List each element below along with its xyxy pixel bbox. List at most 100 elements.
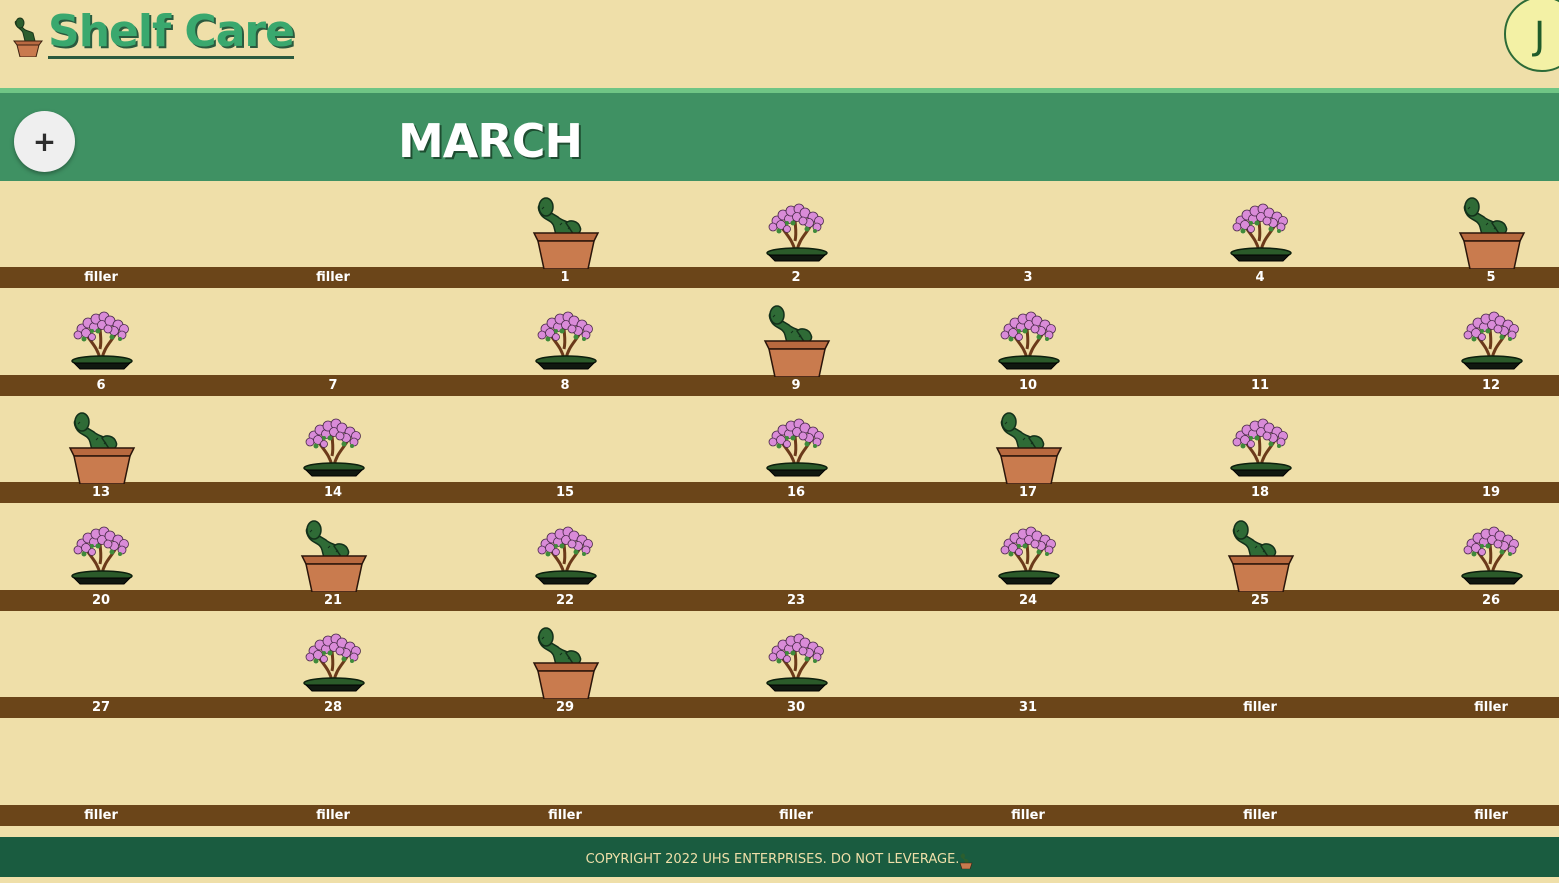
calendar-day[interactable]: 29	[485, 611, 645, 718]
calendar-day[interactable]: 7	[253, 289, 413, 396]
bonsai-plant-icon[interactable]	[66, 297, 138, 377]
bonsai-plant-icon[interactable]	[761, 404, 833, 484]
day-label: 21	[323, 592, 343, 608]
day-label: 8	[560, 377, 570, 393]
day-label: 25	[1250, 592, 1270, 608]
calendar-day[interactable]: filler	[21, 719, 181, 826]
day-label: filler	[1474, 807, 1508, 823]
footer: COPYRIGHT 2022 UHS ENTERPRISES. DO NOT L…	[0, 837, 1559, 877]
day-label: 18	[1250, 485, 1270, 500]
calendar-day[interactable]: 11	[1180, 289, 1340, 396]
calendar-day[interactable]: 30	[716, 611, 876, 718]
calendar-week: filler filler filler filler filler filler fill…	[0, 719, 1559, 827]
calendar-day[interactable]: 28	[253, 611, 413, 718]
calendar-day[interactable]: 16	[716, 396, 876, 503]
day-label: 13	[91, 485, 111, 500]
calendar-day[interactable]: 17	[948, 396, 1108, 503]
day-label: 6	[96, 377, 106, 393]
calendar-day[interactable]: 21	[253, 504, 413, 611]
calendar-day[interactable]: filler	[1411, 719, 1559, 826]
day-label: 12	[1481, 377, 1501, 393]
day-label: 26	[1481, 592, 1501, 608]
calendar-day[interactable]: 24	[948, 504, 1108, 611]
user-avatar[interactable]: J	[1504, 0, 1559, 72]
calendar-day[interactable]: filler	[1411, 611, 1559, 718]
calendar-day[interactable]: 18	[1180, 396, 1340, 503]
calendar-day[interactable]: 23	[716, 504, 876, 611]
day-label: 19	[1481, 485, 1501, 500]
calendar-day[interactable]: filler	[485, 719, 645, 826]
month-header: + MARCH	[0, 88, 1559, 181]
day-label: 30	[786, 700, 806, 715]
cactus-plant-icon[interactable]	[761, 297, 833, 378]
day-label: 22	[555, 592, 575, 608]
calendar-day[interactable]: filler	[1180, 611, 1340, 718]
day-label: 17	[1018, 485, 1038, 500]
app-logo-link[interactable]: Shelf Care	[10, 8, 295, 59]
bonsai-plant-icon[interactable]	[761, 189, 833, 269]
calendar-day[interactable]: 15	[485, 396, 645, 503]
calendar-day[interactable]: 6	[21, 289, 181, 396]
day-label: 14	[323, 485, 343, 500]
calendar-grid: filler filler 1 23 4 5 6 7 8 9 10 11 12 …	[0, 181, 1559, 826]
calendar-week: 13 14 15 16 17 18 19	[0, 396, 1559, 504]
day-label: 23	[786, 592, 806, 608]
calendar-day[interactable]: 9	[716, 289, 876, 396]
day-label: filler	[1243, 700, 1277, 715]
day-label: 16	[786, 485, 806, 500]
cactus-plant-icon[interactable]	[530, 189, 602, 270]
calendar-day[interactable]: filler	[1180, 719, 1340, 826]
calendar-day[interactable]: filler	[253, 181, 413, 288]
day-label: filler	[548, 807, 582, 823]
bonsai-plant-icon[interactable]	[66, 512, 138, 592]
bonsai-plant-icon[interactable]	[1456, 297, 1528, 377]
calendar-day[interactable]: 10	[948, 289, 1108, 396]
cactus-plant-icon[interactable]	[66, 404, 138, 485]
bonsai-plant-icon[interactable]	[993, 512, 1065, 592]
calendar-day[interactable]: 8	[485, 289, 645, 396]
day-label: filler	[1011, 807, 1045, 823]
app-header: Shelf Care J	[0, 0, 1559, 88]
calendar-day[interactable]: 25	[1180, 504, 1340, 611]
day-label: 4	[1255, 270, 1265, 285]
calendar-day[interactable]: 4	[1180, 181, 1340, 288]
bonsai-plant-icon[interactable]	[298, 619, 370, 699]
cactus-plant-icon[interactable]	[530, 619, 602, 700]
day-label: filler	[84, 270, 118, 285]
day-label: 20	[91, 592, 111, 608]
calendar-day[interactable]: filler	[253, 719, 413, 826]
calendar-day[interactable]: 31	[948, 611, 1108, 718]
bonsai-plant-icon[interactable]	[530, 297, 602, 377]
calendar-day[interactable]: filler	[948, 719, 1108, 826]
calendar-day[interactable]: 20	[21, 504, 181, 611]
bonsai-plant-icon[interactable]	[1225, 404, 1297, 484]
calendar-day[interactable]: 3	[948, 181, 1108, 288]
bonsai-plant-icon[interactable]	[530, 512, 602, 592]
bonsai-plant-icon[interactable]	[298, 404, 370, 484]
cactus-plant-icon[interactable]	[1456, 189, 1528, 270]
calendar-day[interactable]: 2	[716, 181, 876, 288]
day-label: filler	[84, 807, 118, 823]
potted-cactus-icon	[13, 17, 43, 57]
calendar-day[interactable]: 13	[21, 396, 181, 503]
bonsai-plant-icon[interactable]	[1225, 189, 1297, 269]
calendar-day[interactable]: 19	[1411, 396, 1559, 503]
cactus-plant-icon[interactable]	[298, 512, 370, 593]
bonsai-plant-icon[interactable]	[761, 619, 833, 699]
calendar-day[interactable]: 5	[1411, 181, 1559, 288]
cactus-plant-icon[interactable]	[993, 404, 1065, 485]
calendar-day[interactable]: 22	[485, 504, 645, 611]
calendar-day[interactable]: 12	[1411, 289, 1559, 396]
calendar-day[interactable]: 1	[485, 181, 645, 288]
calendar-day[interactable]: 27	[21, 611, 181, 718]
day-label: filler	[316, 270, 350, 285]
bonsai-plant-icon[interactable]	[1456, 512, 1528, 592]
day-label: 9	[791, 377, 801, 393]
calendar-day[interactable]: filler	[21, 181, 181, 288]
bonsai-plant-icon[interactable]	[993, 297, 1065, 377]
calendar-day[interactable]: filler	[716, 719, 876, 826]
calendar-day[interactable]: 14	[253, 396, 413, 503]
add-plant-button[interactable]: +	[14, 111, 75, 172]
calendar-day[interactable]: 26	[1411, 504, 1559, 611]
cactus-plant-icon[interactable]	[1225, 512, 1297, 593]
